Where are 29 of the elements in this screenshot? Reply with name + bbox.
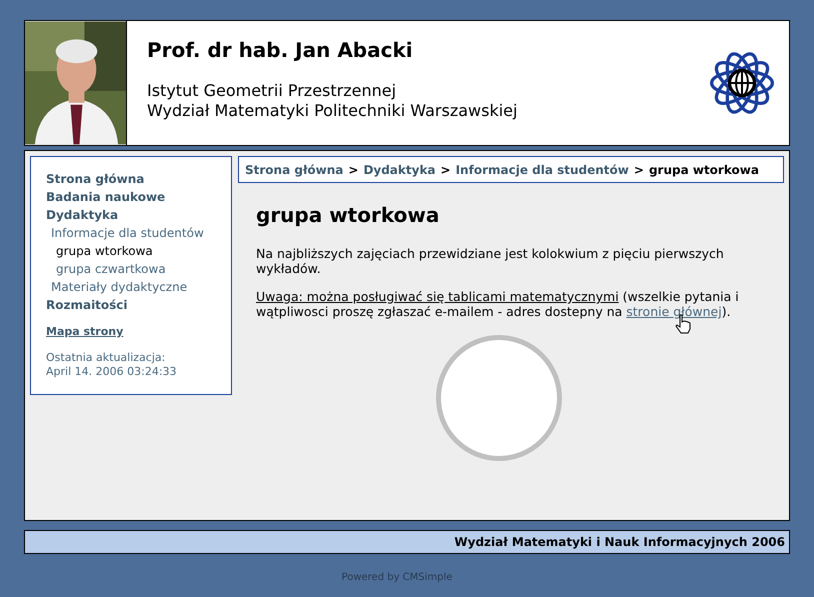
sidebar-item[interactable]: Materiały dydaktyczne — [46, 278, 216, 296]
breadcrumb-separator: > — [634, 162, 644, 178]
paragraph: Na najbliższych zajęciach przewidziane jest kolokwium z pięciu pierwszych wykładów. — [256, 246, 725, 276]
sidebar-item[interactable]: Strona główna — [46, 170, 216, 188]
breadcrumb-link[interactable]: Dydaktyka — [363, 160, 436, 178]
breadcrumb-separator: > — [440, 162, 451, 178]
last-update-date: April 14. 2006 03:24:33 — [46, 364, 178, 378]
institute-name: Istytut Geometrii Przestrzennej — [147, 81, 398, 101]
last-update-label: Ostatnia aktualizacja: — [46, 350, 166, 364]
breadcrumb-link[interactable]: Informacje dla studentów — [456, 160, 629, 178]
note-link[interactable]: Uwaga: można posługiwać się tablicami matematycznymi — [256, 289, 619, 304]
sidebar-item[interactable]: Badania naukowe — [46, 188, 216, 206]
sidebar-item[interactable]: Dydaktyka — [46, 206, 216, 224]
sidebar-item[interactable]: Informacje dla studentów — [46, 224, 216, 242]
sidebar-item[interactable]: Rozmaitości — [46, 296, 216, 314]
footer-text: Wydział Matematyki i Nauk Informacyjnych 2006 — [454, 534, 785, 551]
university-logo-icon — [709, 50, 775, 116]
sitemap-link[interactable]: Mapa strony — [46, 324, 216, 340]
professor-name: Prof. dr hab. Jan Abacki — [147, 37, 414, 63]
breadcrumb-current: grupa wtorkowa — [648, 162, 759, 178]
sidebar-item[interactable]: grupa czwartkowa — [46, 260, 216, 278]
breadcrumb-separator: > — [348, 162, 358, 178]
breadcrumb-link[interactable]: Strona główna — [245, 160, 344, 178]
sidebar-item[interactable]: grupa wtorkowa — [46, 242, 216, 260]
faculty-name: Wydział Matematyki Politechniki Warszawskiej — [147, 101, 518, 121]
page-title: grupa wtorkowa — [256, 203, 440, 227]
note-paragraph: Uwaga: można posługiwać się tablicami matematycznymi (wszelkie pytania i wątpliwosci proszę zgłaszać e-mailem - adres dostepny na stronie głównej). — [256, 289, 740, 319]
powered-by-text: Powered by CMSimple — [342, 571, 452, 585]
home-link[interactable]: stronie głównej — [626, 304, 722, 319]
